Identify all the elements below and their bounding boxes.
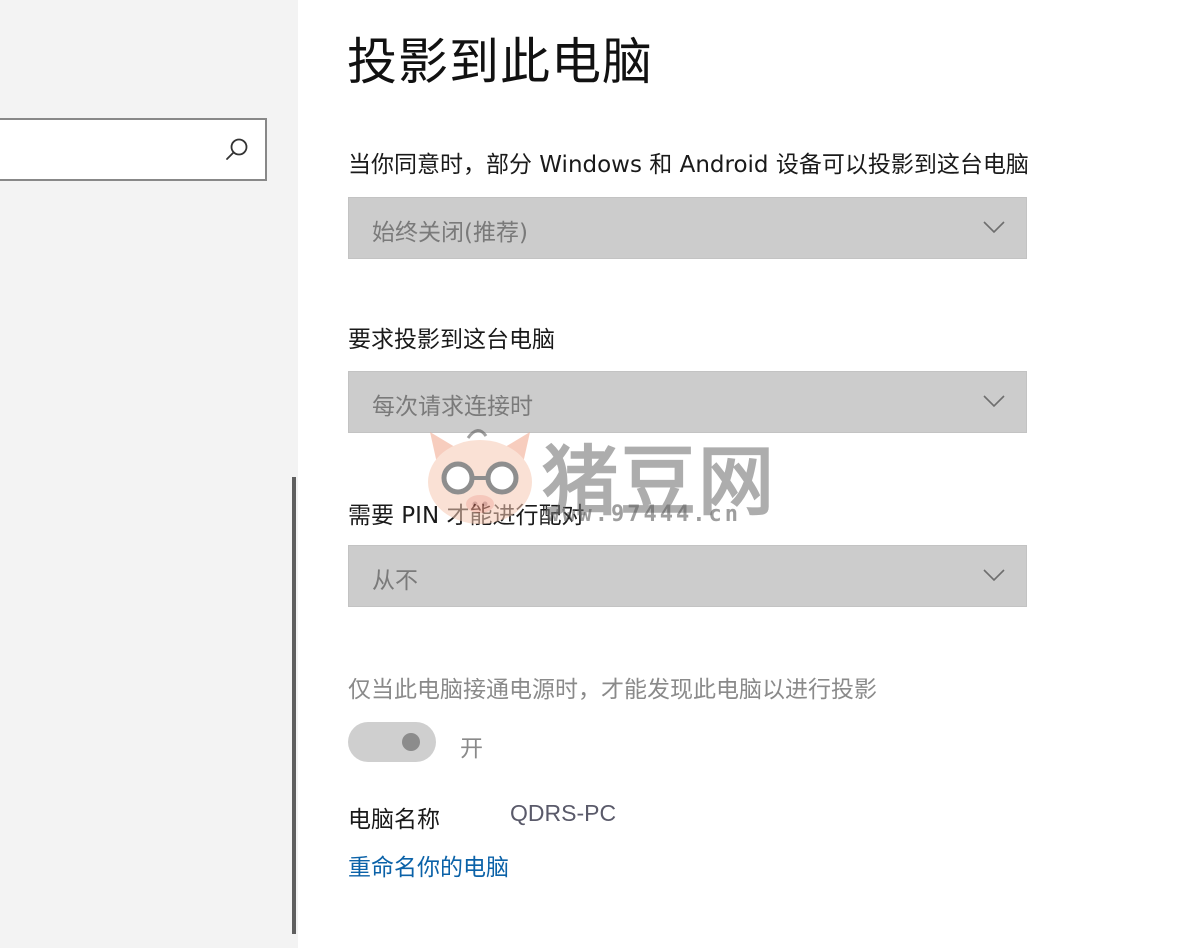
dropdown-value: 始终关闭(推荐) [372, 220, 528, 246]
dropdown-request-projection[interactable]: 每次请求连接时 [348, 371, 1027, 433]
setting-label-projection-permission: 当你同意时，部分 Windows 和 Android 设备可以投影到这台电脑 [348, 152, 1029, 178]
dropdown-value: 每次请求连接时 [372, 394, 533, 420]
power-discovery-toggle[interactable] [348, 722, 436, 762]
power-discovery-label: 仅当此电脑接通电源时，才能发现此电脑以进行投影 [348, 677, 877, 703]
chevron-down-icon [983, 395, 1005, 408]
dropdown-require-pin[interactable]: 从不 [348, 545, 1027, 607]
setting-label-require-pin: 需要 PIN 才能进行配对 [348, 503, 585, 529]
dropdown-value: 从不 [372, 568, 418, 594]
sidebar [0, 0, 298, 948]
chevron-down-icon [983, 569, 1005, 582]
rename-pc-link[interactable]: 重命名你的电脑 [348, 848, 509, 882]
search-input[interactable] [0, 118, 267, 181]
page-title: 投影到此电脑 [347, 33, 653, 91]
toggle-knob [402, 733, 420, 751]
sidebar-scrollbar[interactable] [292, 477, 296, 934]
pc-name-label: 电脑名称 [348, 807, 440, 833]
chevron-down-icon [983, 221, 1005, 234]
search-icon[interactable] [223, 136, 251, 164]
toggle-state-label: 开 [460, 736, 483, 762]
setting-label-request-projection: 要求投影到这台电脑 [348, 327, 555, 353]
dropdown-projection-permission[interactable]: 始终关闭(推荐) [348, 197, 1027, 259]
pc-name-value: QDRS-PC [510, 800, 617, 826]
